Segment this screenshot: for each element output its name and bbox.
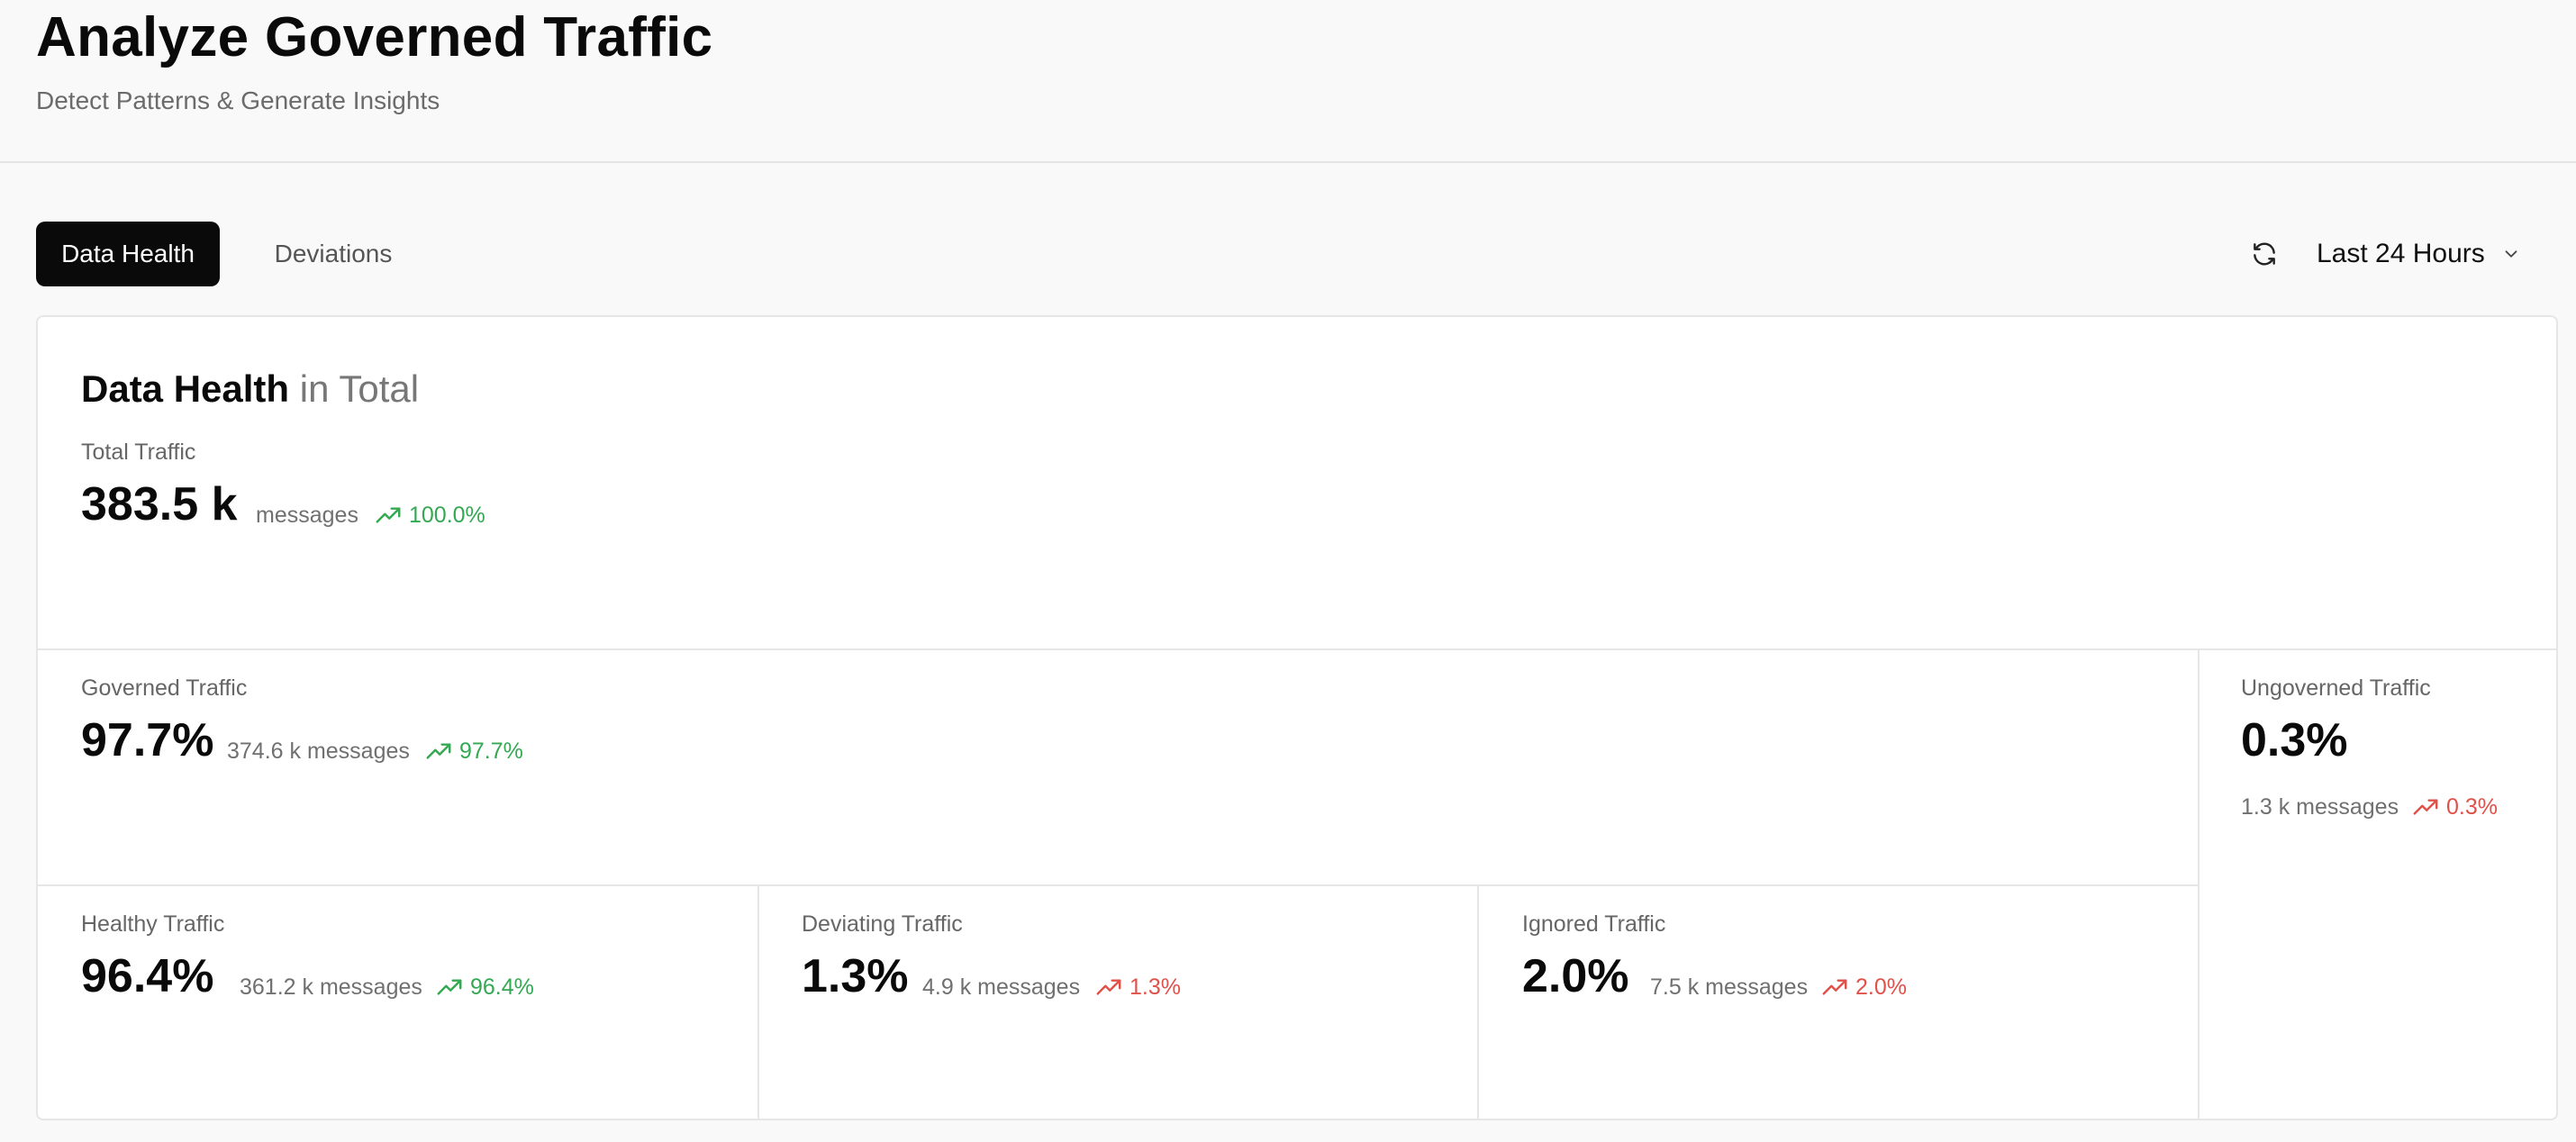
governed-traffic-value: 97.7% [81,714,214,766]
healthy-traffic-value: 96.4% [81,950,214,1002]
trending-up-icon [376,507,401,523]
page-title: Analyze Governed Traffic [36,6,713,68]
trending-up-icon [1822,979,1847,995]
deviating-traffic-trend: 1.3% [1095,973,1181,1002]
total-traffic-trend: 100.0% [375,501,485,530]
governed-traffic-trend-value: 97.7% [459,739,523,764]
deviating-traffic-value: 1.3% [802,950,909,1002]
trending-up-icon [426,743,451,759]
divider-middle [38,884,2198,886]
ungoverned-traffic-trend-value: 0.3% [2446,794,2498,820]
tab-data-health[interactable]: Data Health [36,222,220,286]
divider-ungoverned [2198,648,2200,1119]
tab-deviations[interactable]: Deviations [250,222,416,286]
time-range-select[interactable]: Last 24 Hours [2317,222,2551,286]
deviating-traffic-messages: 4.9 k messages [922,974,1081,1000]
deviating-traffic-label: Deviating Traffic [802,911,963,937]
ignored-traffic-messages: 7.5 k messages [1650,974,1809,1000]
divider-top [38,648,2556,650]
divider-deviating [1477,884,1479,1119]
data-health-card: Data Health in Total Total Traffic 383.5… [36,315,2558,1120]
healthy-traffic-label: Healthy Traffic [81,911,225,937]
trending-up-icon [437,979,462,995]
trending-up-icon [2413,799,2438,815]
healthy-traffic-messages: 361.2 k messages [240,974,422,1000]
healthy-traffic-trend: 96.4% [436,973,534,1002]
ignored-traffic-trend: 2.0% [1821,973,1907,1002]
governed-traffic-messages: 374.6 k messages [227,739,410,764]
governed-traffic-trend: 97.7% [425,737,523,766]
trending-up-icon [1096,979,1121,995]
refresh-icon [2254,242,2275,266]
ignored-traffic-value: 2.0% [1522,950,1629,1002]
total-traffic-label: Total Traffic [81,440,196,465]
ungoverned-traffic-value: 0.3% [2241,714,2348,766]
healthy-traffic-trend-value: 96.4% [470,974,534,1000]
card-title-strong: Data Health [81,367,290,410]
ignored-traffic-trend-value: 2.0% [1855,974,1907,1000]
page-subtitle: Detect Patterns & Generate Insights [36,86,440,114]
deviating-traffic-trend-value: 1.3% [1129,974,1181,1000]
ungoverned-traffic-messages: 1.3 k messages [2241,794,2399,820]
time-range-label: Last 24 Hours [2317,239,2485,268]
total-traffic-value: 383.5 k [81,478,238,530]
card-title-muted: in Total [289,367,420,410]
ungoverned-traffic-label: Ungoverned Traffic [2241,675,2431,701]
page-header: Analyze Governed Traffic Detect Patterns… [0,0,2576,163]
total-traffic-unit: messages [256,503,358,528]
ungoverned-traffic-trend: 0.3% [2412,793,2498,821]
refresh-button[interactable] [2243,236,2286,272]
governed-traffic-label: Governed Traffic [81,675,248,701]
divider-healthy [757,884,759,1119]
chevron-down-icon [2501,244,2521,264]
total-traffic-trend-value: 100.0% [409,503,485,528]
card-title: Data Health in Total [81,366,419,412]
toolbar: Data Health Deviations Last 24 Hours [0,222,2576,286]
ignored-traffic-label: Ignored Traffic [1522,911,1666,937]
